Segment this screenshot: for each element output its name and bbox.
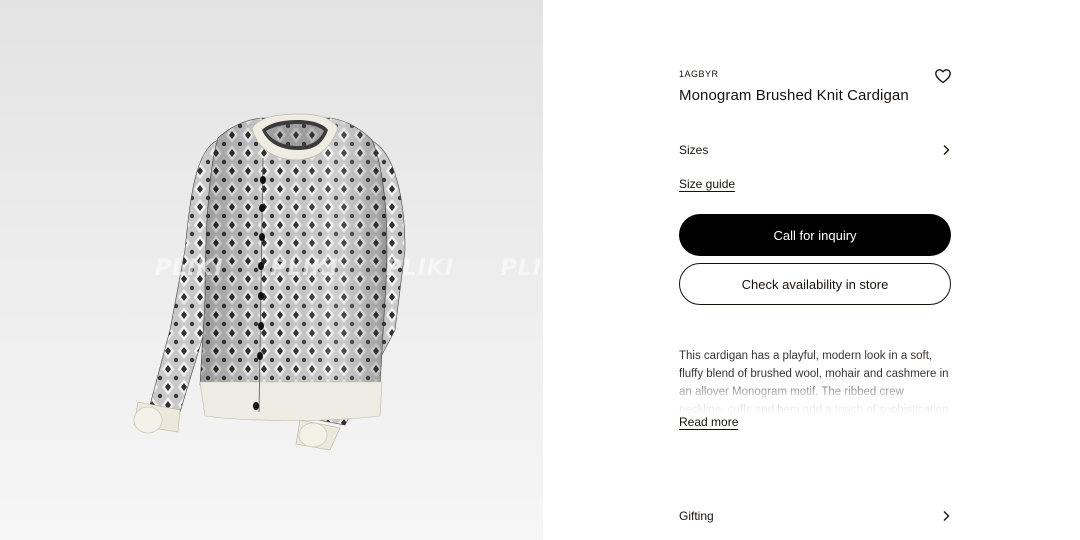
gifting-label: Gifting (679, 509, 714, 523)
product-title: Monogram Brushed Knit Cardigan (679, 87, 909, 104)
chevron-right-icon (943, 145, 950, 155)
sizes-selector[interactable]: Sizes (679, 140, 951, 160)
watermark-text: PLIKI PLIKI PLIKI PLIKI PLIKI (155, 256, 543, 281)
call-for-inquiry-button[interactable]: Call for inquiry (679, 214, 951, 256)
size-guide-link[interactable]: Size guide (679, 177, 735, 191)
product-image-panel: PLIKI PLIKI PLIKI PLIKI PLIKI (0, 0, 543, 540)
heart-outline-icon[interactable] (934, 67, 952, 85)
product-info-panel: 1AGBYR Monogram Brushed Knit Cardigan Si… (679, 0, 951, 540)
sizes-label: Sizes (679, 143, 709, 157)
description-fade (679, 375, 951, 415)
product-sku: 1AGBYR (679, 69, 719, 79)
gifting-row[interactable]: Gifting (679, 506, 951, 526)
chevron-right-icon (943, 511, 950, 521)
read-more-link[interactable]: Read more (679, 415, 738, 429)
check-availability-button[interactable]: Check availability in store (679, 263, 951, 305)
